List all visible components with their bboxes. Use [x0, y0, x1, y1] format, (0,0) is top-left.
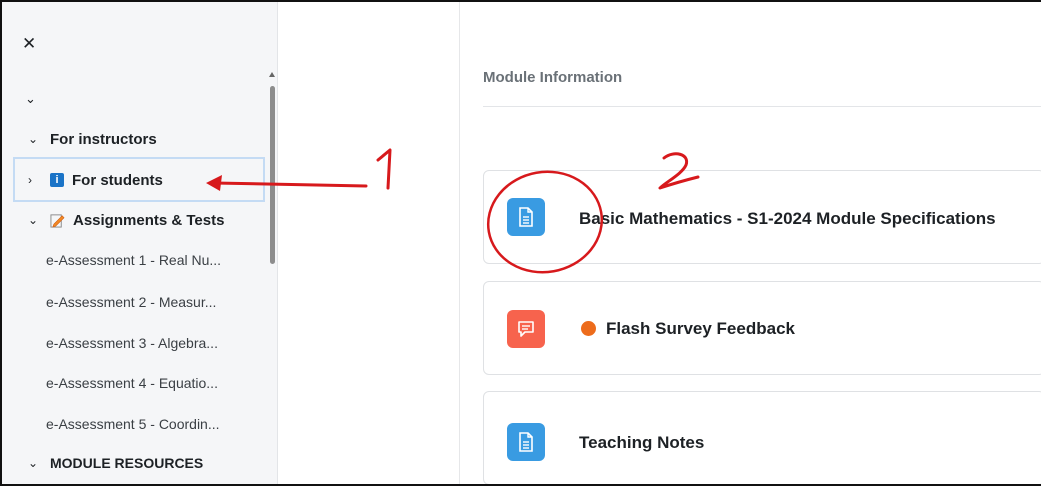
assessment-link[interactable]: e-Assessment 5 - Coordin... [46, 416, 220, 432]
assessment-link[interactable]: e-Assessment 1 - Real Nu... [46, 252, 221, 268]
status-dot [581, 321, 596, 336]
activity-card-module-specifications[interactable]: Basic Mathematics - S1-2024 Module Speci… [483, 170, 1041, 264]
section-title: Module Information [483, 69, 623, 86]
assessment-link[interactable]: e-Assessment 4 - Equatio... [46, 375, 218, 391]
section-label: MODULE RESOURCES [50, 455, 204, 471]
feedback-icon [507, 310, 545, 348]
section-assignments-tests[interactable]: ⌄ Assignments & Tests [28, 210, 224, 230]
activity-card-teaching-notes[interactable]: Teaching Notes [483, 391, 1041, 484]
scroll-up-arrow[interactable] [269, 72, 275, 77]
section-label: For instructors [50, 130, 157, 148]
section-for-instructors[interactable]: ⌄ For instructors [28, 129, 157, 149]
activity-title-row[interactable]: Flash Survey Feedback [581, 319, 795, 339]
activity-title[interactable]: Basic Mathematics - S1-2024 Module Speci… [579, 209, 996, 229]
assessment-link[interactable]: e-Assessment 2 - Measur... [46, 294, 216, 310]
chevron-down-icon[interactable]: ⌄ [28, 132, 42, 146]
divider [483, 106, 1041, 107]
chevron-down-icon[interactable]: ⌄ [28, 456, 42, 470]
section-label: Assignments & Tests [73, 211, 225, 229]
chevron-right-icon[interactable]: › [28, 173, 42, 187]
section-for-students[interactable]: › i For students [28, 170, 163, 190]
file-icon [507, 423, 545, 461]
activity-card-flash-survey[interactable]: Flash Survey Feedback [483, 281, 1041, 375]
course-index-drawer: ✕ ⌄ ⌄ For instructors › i For students ⌄… [2, 2, 278, 484]
activity-title[interactable]: Teaching Notes [579, 433, 704, 453]
chevron-down-icon[interactable]: ⌄ [25, 91, 36, 107]
page-margin [279, 2, 460, 484]
assessment-link[interactable]: e-Assessment 3 - Algebra... [46, 335, 218, 351]
section-label: For students [72, 171, 163, 189]
drawer-scrollbar[interactable] [270, 86, 275, 264]
chevron-down-icon[interactable]: ⌄ [28, 213, 42, 227]
info-icon: i [50, 173, 64, 187]
close-icon[interactable]: ✕ [22, 35, 36, 52]
edit-icon [50, 213, 65, 228]
activity-title[interactable]: Flash Survey Feedback [606, 319, 795, 338]
file-icon [507, 198, 545, 236]
section-module-resources[interactable]: ⌄ MODULE RESOURCES [28, 453, 203, 473]
screenshot-frame: ✕ ⌄ ⌄ For instructors › i For students ⌄… [0, 0, 1041, 486]
